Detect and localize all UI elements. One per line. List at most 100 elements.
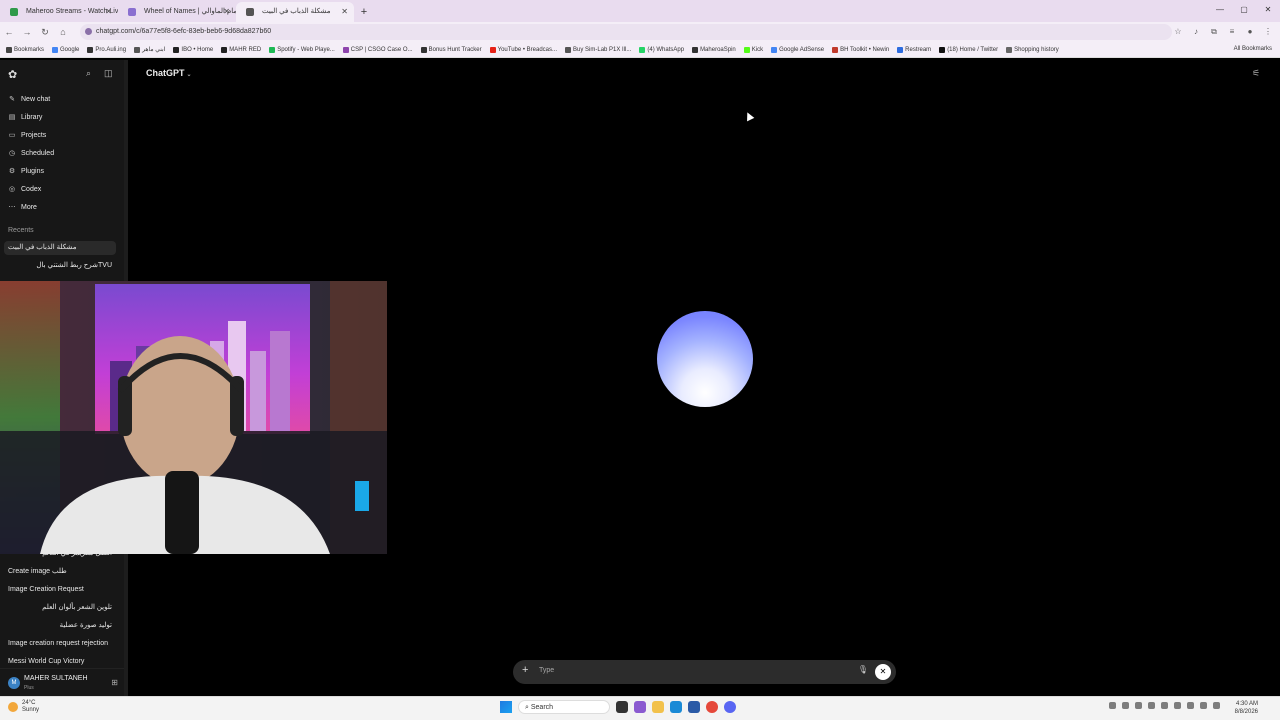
bookmark-item[interactable]: Buy Sim-Lab P1X Ill... bbox=[565, 46, 631, 53]
bookmark-item[interactable]: Pro.Auli.ing bbox=[87, 46, 127, 53]
chat-history-item[interactable]: Image Creation Request bbox=[4, 583, 116, 597]
file-explorer-icon[interactable] bbox=[652, 701, 664, 713]
wifi-icon[interactable] bbox=[1187, 702, 1194, 709]
close-tab-icon[interactable]: ✕ bbox=[223, 2, 230, 22]
chat-history-item[interactable]: مشكلة الذباب في البيت bbox=[4, 241, 116, 255]
user-profile-row[interactable]: M MAHER SULTANEH Plus ⊞ bbox=[0, 668, 124, 696]
bookmark-item[interactable]: YouTube • Breadcas... bbox=[489, 46, 557, 53]
tab-title: Wheel of Names | أمام الماوالي bbox=[144, 8, 236, 15]
bookmark-item[interactable]: MaheroaSpin bbox=[692, 46, 736, 53]
close-tab-icon[interactable]: ✕ bbox=[341, 2, 348, 22]
extensions-icon[interactable]: ⧉ bbox=[1208, 24, 1220, 40]
bookmark-item[interactable]: BH Toolkit • Newin bbox=[832, 46, 889, 53]
site-info-icon[interactable] bbox=[85, 28, 92, 35]
weather-widget[interactable]: 24°C Sunny bbox=[8, 700, 39, 714]
user-plan: Plus bbox=[24, 685, 34, 691]
menu-icon[interactable]: ⋮ bbox=[1262, 24, 1274, 40]
tab-favicon-icon bbox=[10, 8, 18, 16]
microphone-icon[interactable]: 🎙 bbox=[858, 665, 868, 674]
task-view-icon[interactable] bbox=[616, 701, 628, 713]
sidebar-nav-item[interactable]: ▭ Projects bbox=[8, 129, 47, 143]
copilot-icon[interactable] bbox=[634, 701, 646, 713]
all-bookmarks-link[interactable]: All Bookmarks bbox=[1234, 46, 1272, 52]
bookmark-star-icon[interactable]: ☆ bbox=[1172, 24, 1184, 40]
bookmark-item[interactable]: Bonus Hunt Tracker bbox=[420, 46, 482, 53]
store-icon[interactable] bbox=[688, 701, 700, 713]
sidebar-nav-item[interactable]: ⋯ More bbox=[8, 201, 37, 215]
sidebar-nav-item[interactable]: ⚙ Plugins bbox=[8, 165, 44, 179]
discord-icon[interactable] bbox=[724, 701, 736, 713]
add-attachment-icon[interactable]: + bbox=[522, 664, 528, 676]
model-selector[interactable]: ChatGPT ⌄ bbox=[146, 68, 192, 78]
bookmark-item[interactable]: (18) Home / Twitter bbox=[939, 46, 998, 53]
tray-app-icon[interactable] bbox=[1161, 702, 1168, 709]
bookmark-item[interactable]: MAHR RED bbox=[221, 46, 261, 53]
chat-history-item[interactable]: Create image طلب bbox=[4, 565, 116, 579]
chat-history-item[interactable]: توليد صورة عضلية bbox=[4, 619, 116, 633]
bookmark-item[interactable]: IBO • Home bbox=[173, 46, 213, 53]
model-name: ChatGPT bbox=[146, 68, 185, 78]
sidebar-nav-icon: ✎ bbox=[9, 96, 15, 103]
bookmark-item[interactable]: (4) WhatsApp bbox=[639, 46, 684, 53]
browser-toolbar-icons: ☆ ♪ ⧉ ≡ ● ⋮ bbox=[1172, 24, 1274, 40]
tray-app-icon[interactable] bbox=[1174, 702, 1181, 709]
bookmark-item[interactable]: Kick bbox=[743, 46, 763, 53]
bookmark-favicon-icon bbox=[639, 46, 646, 53]
browser-tab[interactable]: مشكلة الذباب في البيت ✕ bbox=[236, 2, 354, 22]
close-tab-icon[interactable]: ✕ bbox=[105, 2, 112, 22]
bookmark-item[interactable]: Google AdSense bbox=[771, 46, 824, 53]
read-aloud-icon[interactable]: ♪ bbox=[1190, 24, 1202, 40]
invite-icon[interactable]: ⊞ bbox=[111, 678, 118, 687]
bookmark-label: Pro.Auli.ing bbox=[95, 46, 127, 53]
media-icon[interactable]: ≡ bbox=[1226, 24, 1238, 40]
bookmark-item[interactable]: CSP | CSGO Case O... bbox=[342, 46, 413, 53]
end-voice-button[interactable]: ✕ bbox=[875, 664, 891, 680]
bookmark-item[interactable]: ابني ماهر bbox=[134, 46, 165, 53]
toggle-sidebar-icon[interactable]: ◫ bbox=[104, 68, 113, 79]
forward-icon[interactable]: → bbox=[18, 27, 36, 37]
bookmark-favicon-icon bbox=[771, 46, 778, 53]
search-icon[interactable]: ⌕ bbox=[86, 68, 91, 79]
chat-history-item[interactable]: شرح ربط الشتني بالTVU bbox=[4, 259, 116, 273]
bookmark-favicon-icon bbox=[173, 46, 180, 53]
openai-logo-icon[interactable]: ✿ bbox=[8, 68, 17, 81]
message-input[interactable]: Type bbox=[539, 667, 554, 674]
tray-app-icon[interactable] bbox=[1135, 702, 1142, 709]
maximize-button[interactable]: ▢ bbox=[1232, 0, 1256, 22]
reload-icon[interactable]: ↻ bbox=[36, 27, 54, 38]
edge-icon[interactable] bbox=[670, 701, 682, 713]
tray-app-icon[interactable] bbox=[1122, 702, 1129, 709]
chat-history-item[interactable]: تلوين الشعر بألوان العلم bbox=[4, 601, 116, 615]
sidebar-nav-label: Projects bbox=[21, 132, 47, 139]
sidebar-nav-item[interactable]: ✎ New chat bbox=[8, 93, 50, 107]
close-window-button[interactable]: ✕ bbox=[1256, 0, 1280, 22]
taskbar-search[interactable]: ⌕ Search bbox=[518, 700, 610, 714]
sidebar-nav-item[interactable]: ◎ Codex bbox=[8, 183, 41, 197]
browser-tab[interactable]: Maheroo Streams - Watch Live o ✕ bbox=[0, 2, 118, 22]
browser-tab[interactable]: Wheel of Names | أمام الماوالي ✕ bbox=[118, 2, 236, 22]
bookmark-item[interactable]: Restream bbox=[897, 46, 931, 53]
bookmark-item[interactable]: Google bbox=[52, 46, 79, 53]
settings-sliders-icon[interactable]: ⚟ bbox=[1252, 68, 1260, 79]
volume-icon[interactable] bbox=[1200, 702, 1207, 709]
tray-app-icon[interactable] bbox=[1109, 702, 1116, 709]
chat-history-item[interactable]: Image creation request rejection bbox=[4, 637, 116, 651]
battery-icon[interactable] bbox=[1213, 702, 1220, 709]
url-field[interactable]: chatgpt.com/c/6a77e5f8-6efc-83eb-beb6-9d… bbox=[80, 24, 1172, 40]
sidebar-nav-item[interactable]: ◷ Scheduled bbox=[8, 147, 54, 161]
chat-history-item[interactable]: Messi World Cup Victory bbox=[4, 655, 116, 669]
profile-icon[interactable]: ● bbox=[1244, 24, 1256, 40]
tray-app-icon[interactable] bbox=[1148, 702, 1155, 709]
bookmark-favicon-icon bbox=[420, 46, 427, 53]
minimize-button[interactable]: — bbox=[1208, 0, 1232, 22]
back-icon[interactable]: ← bbox=[0, 27, 18, 37]
home-icon[interactable]: ⌂ bbox=[54, 27, 72, 37]
bookmark-item[interactable]: Bookmarks bbox=[6, 46, 44, 53]
taskbar-clock[interactable]: 4:30 AM 8/8/2026 bbox=[1235, 700, 1258, 716]
bookmark-item[interactable]: Shopping history bbox=[1006, 46, 1059, 53]
chrome-icon[interactable] bbox=[706, 701, 718, 713]
windows-start-icon[interactable] bbox=[500, 701, 512, 713]
sidebar-nav-item[interactable]: ▤ Library bbox=[8, 111, 43, 125]
new-tab-button[interactable]: + bbox=[354, 2, 374, 22]
bookmark-item[interactable]: Spotify - Web Playe... bbox=[269, 46, 335, 53]
